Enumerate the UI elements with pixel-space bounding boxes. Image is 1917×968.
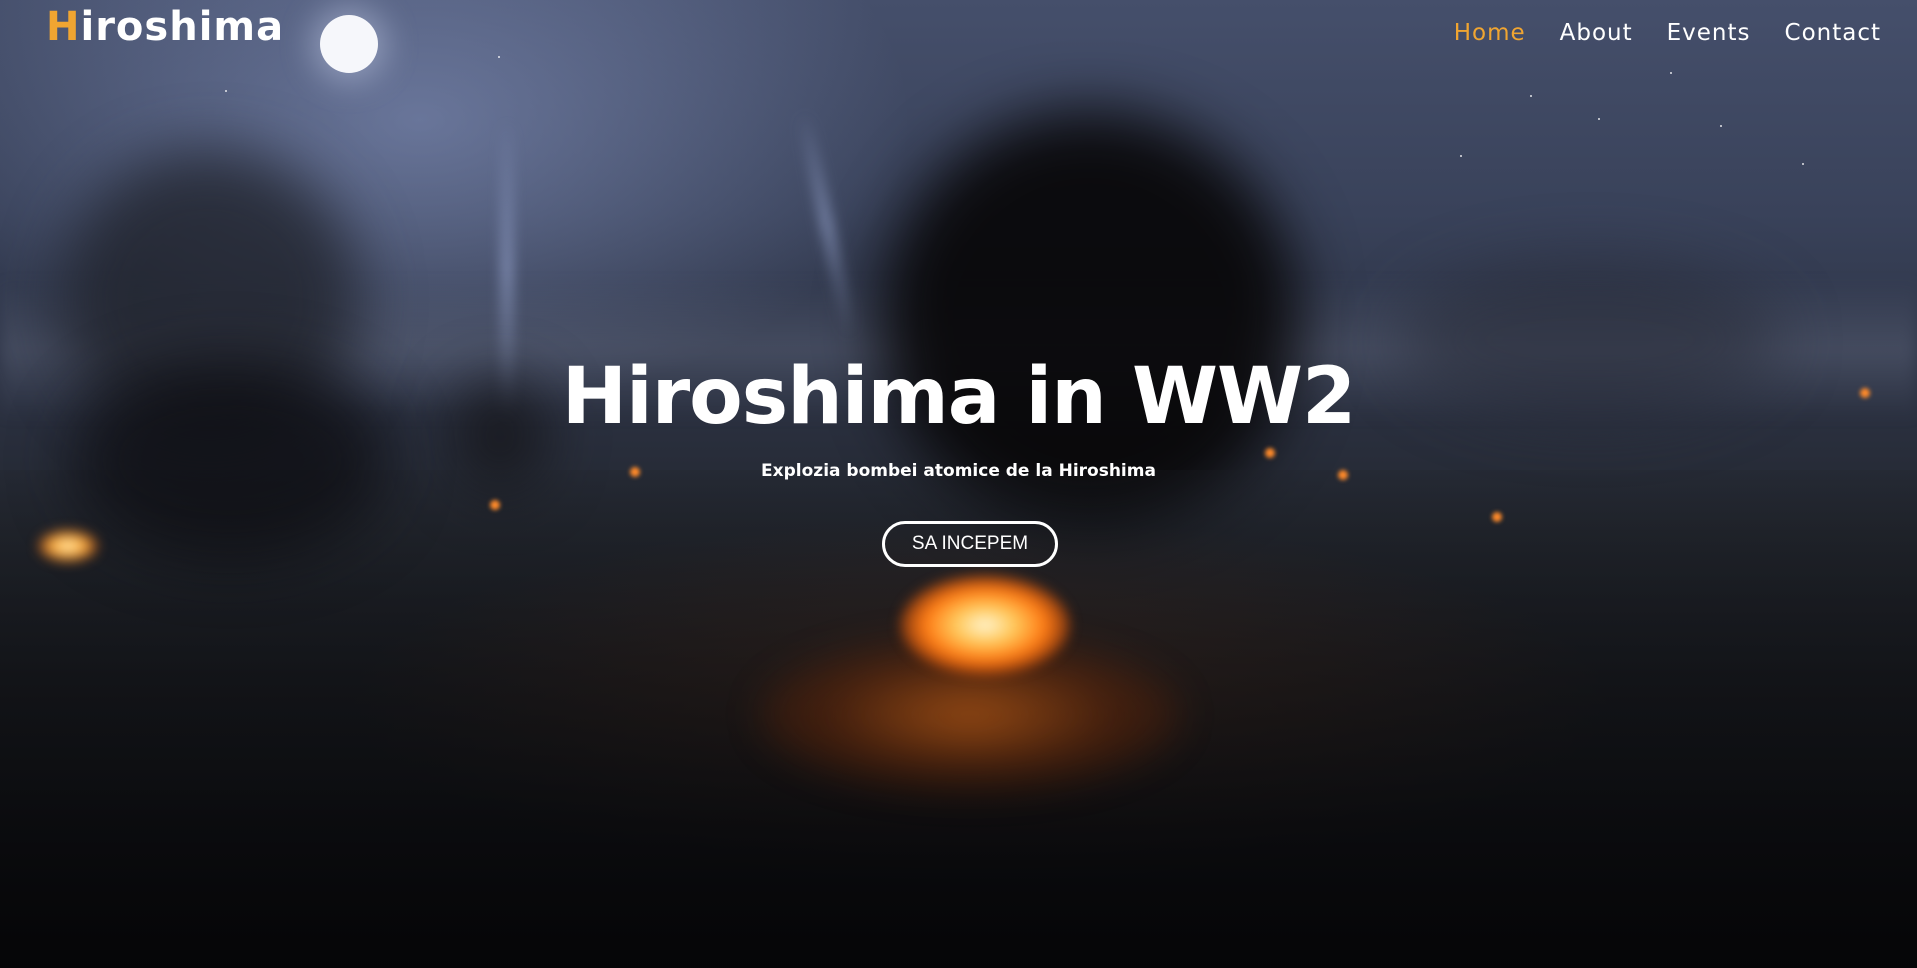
hero-subtitle: Explozia bombei atomice de la Hiroshima [761, 461, 1156, 481]
logo-initial: H [46, 4, 81, 50]
star [1530, 95, 1532, 97]
star [1460, 155, 1462, 157]
moon [320, 15, 378, 73]
ember [490, 500, 500, 510]
nav-item-events[interactable]: Events [1667, 20, 1751, 46]
star [1670, 72, 1672, 74]
hero-title: Hiroshima in WW2 [561, 352, 1357, 442]
star [1802, 163, 1804, 165]
nav-item-contact[interactable]: Contact [1785, 20, 1881, 46]
star [1598, 118, 1600, 120]
site-logo[interactable]: Hiroshima [46, 4, 284, 50]
hero-section: Hiroshima Home About Events Contact Hiro… [0, 0, 1917, 968]
star [1720, 125, 1722, 127]
nav-item-home[interactable]: Home [1454, 20, 1526, 46]
ember [1492, 512, 1502, 522]
logo-text: iroshima [80, 4, 285, 50]
fire [38, 530, 98, 562]
star [498, 56, 500, 58]
main-nav: Home About Events Contact [1454, 20, 1881, 46]
fire [900, 575, 1070, 675]
star [225, 90, 227, 92]
get-started-button[interactable]: SA INCEPEM [882, 521, 1058, 567]
nav-item-about[interactable]: About [1560, 20, 1633, 46]
ember [1265, 448, 1275, 458]
